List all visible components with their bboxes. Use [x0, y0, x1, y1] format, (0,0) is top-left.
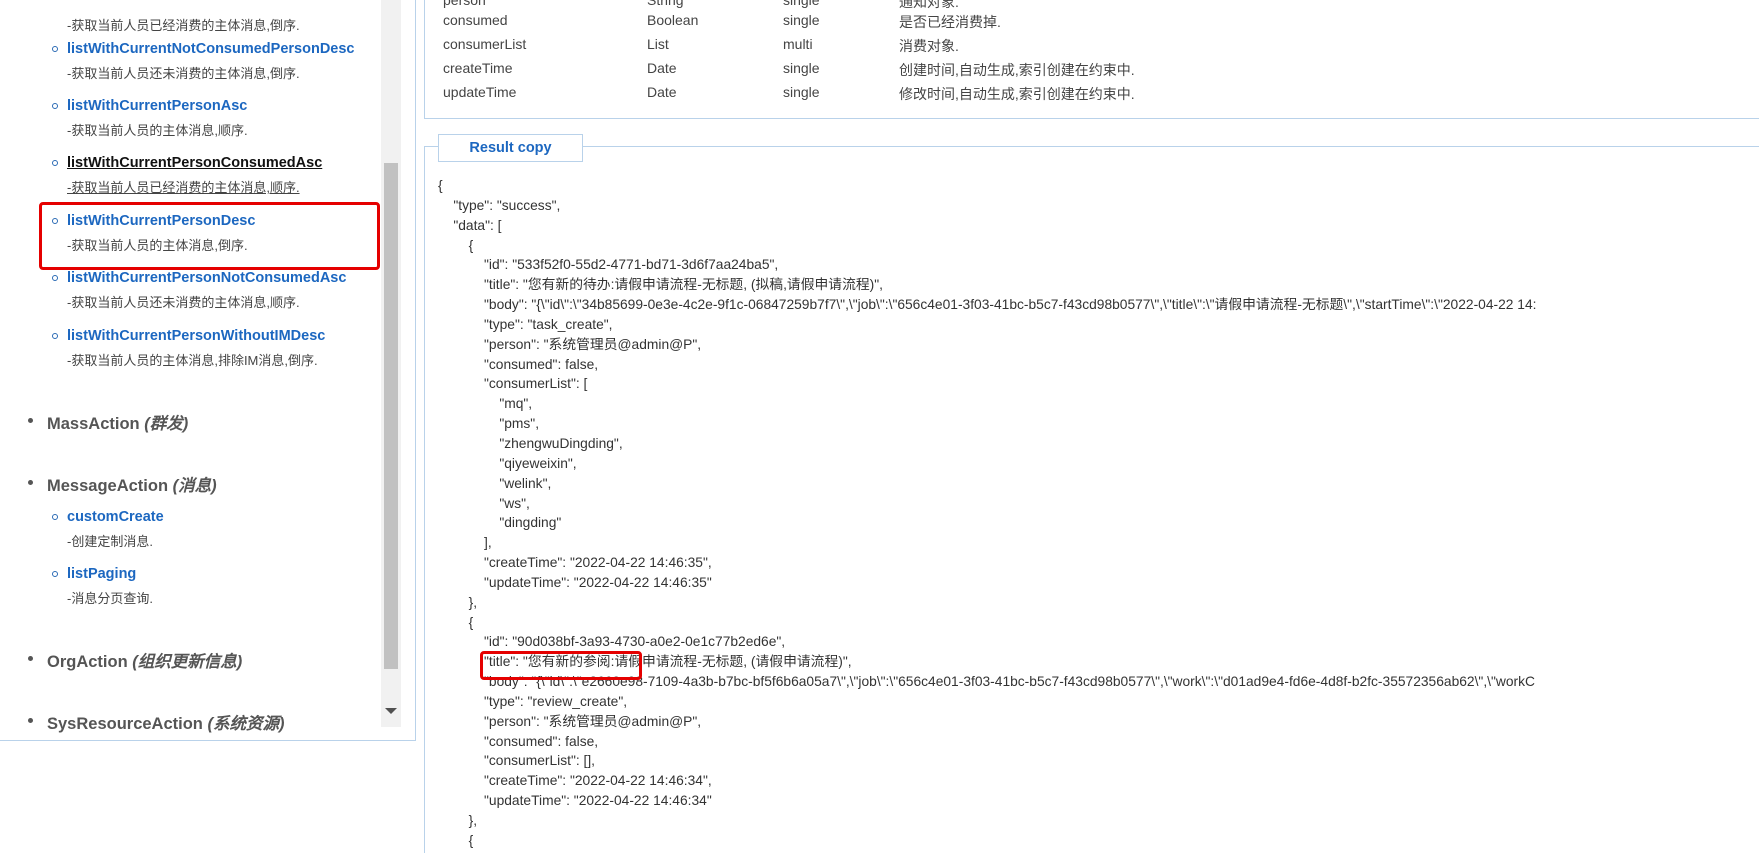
group-note: (系统资源)	[207, 715, 285, 733]
method-link[interactable]: listPaging	[67, 566, 136, 582]
method-description: -获取当前人员已经消费的主体消息,倒序.	[67, 18, 300, 33]
group-name: MassAction	[47, 415, 140, 433]
circle-bullet-icon	[52, 103, 58, 109]
property-field: consumerList	[443, 36, 527, 52]
method-description: -获取当前人员的主体消息,顺序.	[67, 123, 248, 138]
circle-bullet-icon	[52, 571, 58, 577]
property-type: Date	[647, 60, 677, 76]
circle-bullet-icon	[52, 333, 58, 339]
property-desc: 消费对象.	[899, 38, 959, 54]
property-mode: single	[783, 0, 820, 8]
method-link[interactable]: customCreate	[67, 509, 164, 525]
method-description: -获取当前人员已经消费的主体消息,顺序.	[67, 180, 300, 195]
method-description: -获取当前人员还未消费的主体消息,倒序.	[67, 66, 300, 81]
property-mode: single	[783, 60, 820, 76]
property-mode: single	[783, 12, 820, 28]
method-link[interactable]: listWithCurrentPersonNotConsumedAsc	[67, 270, 346, 286]
group-title[interactable]: OrgAction (组织更新信息)	[47, 648, 242, 672]
circle-bullet-icon	[52, 275, 58, 281]
property-desc: 创建时间,自动生成,索引创建在约束中.	[899, 62, 1135, 78]
property-mode: single	[783, 84, 820, 100]
api-navigation-panel: -获取当前人员已经消费的主体消息,倒序. listWithCurrentNotC…	[0, 0, 416, 741]
group-note: (组织更新信息)	[132, 653, 243, 671]
method-link[interactable]: listWithCurrentPersonConsumedAsc	[67, 155, 322, 171]
api-method-list: -获取当前人员已经消费的主体消息,倒序. listWithCurrentNotC…	[0, 0, 380, 740]
circle-bullet-icon	[52, 160, 58, 166]
highlight-box	[480, 651, 642, 680]
property-type: Boolean	[647, 12, 699, 28]
property-field: consumed	[443, 12, 508, 28]
property-desc: 通知对象.	[899, 0, 959, 10]
group-note: (群发)	[144, 415, 189, 433]
group-title[interactable]: MessageAction (消息)	[47, 472, 217, 496]
result-copy-tab[interactable]: Result copy	[438, 134, 583, 162]
scroll-down-arrow-icon[interactable]	[385, 708, 397, 714]
method-description: -创建定制消息.	[67, 534, 153, 549]
left-panel-scrollbar[interactable]	[381, 0, 401, 727]
method-link[interactable]: listWithCurrentPersonWithoutIMDesc	[67, 328, 325, 344]
group-name: MessageAction	[47, 477, 169, 495]
method-description: -获取当前人员的主体消息,排除IM消息,倒序.	[67, 353, 318, 368]
group-title[interactable]: SysResourceAction (系统资源)	[47, 710, 284, 734]
group-note: (消息)	[172, 477, 217, 495]
bullet-dot-icon	[28, 480, 33, 485]
property-desc: 修改时间,自动生成,索引创建在约束中.	[899, 86, 1135, 102]
bullet-dot-icon	[28, 656, 33, 661]
property-type: String	[647, 0, 684, 8]
group-name: OrgAction	[47, 653, 128, 671]
bullet-dot-icon	[28, 718, 33, 723]
method-description: -获取当前人员还未消费的主体消息,顺序.	[67, 295, 300, 310]
method-link[interactable]: listWithCurrentPersonAsc	[67, 98, 247, 114]
method-description: -消息分页查询.	[67, 591, 153, 606]
highlight-box	[39, 202, 380, 270]
result-json-text: { "type": "success", "data": [ { "id": "…	[438, 178, 1537, 848]
property-field: createTime	[443, 60, 513, 76]
property-desc: 是否已经消费掉.	[899, 14, 1001, 30]
circle-bullet-icon	[52, 514, 58, 520]
method-link[interactable]: listWithCurrentNotConsumedPersonDesc	[67, 41, 355, 57]
group-title[interactable]: MassAction (群发)	[47, 410, 188, 434]
property-mode: multi	[783, 36, 813, 52]
property-type: List	[647, 36, 669, 52]
property-type: Date	[647, 84, 677, 100]
property-field: person	[443, 0, 486, 8]
group-name: SysResourceAction	[47, 715, 203, 733]
properties-table: person String single 通知对象. consumed Bool…	[424, 0, 1759, 119]
scrollbar-thumb[interactable]	[384, 163, 398, 669]
bullet-dot-icon	[28, 418, 33, 423]
property-field: updateTime	[443, 84, 517, 100]
circle-bullet-icon	[52, 46, 58, 52]
